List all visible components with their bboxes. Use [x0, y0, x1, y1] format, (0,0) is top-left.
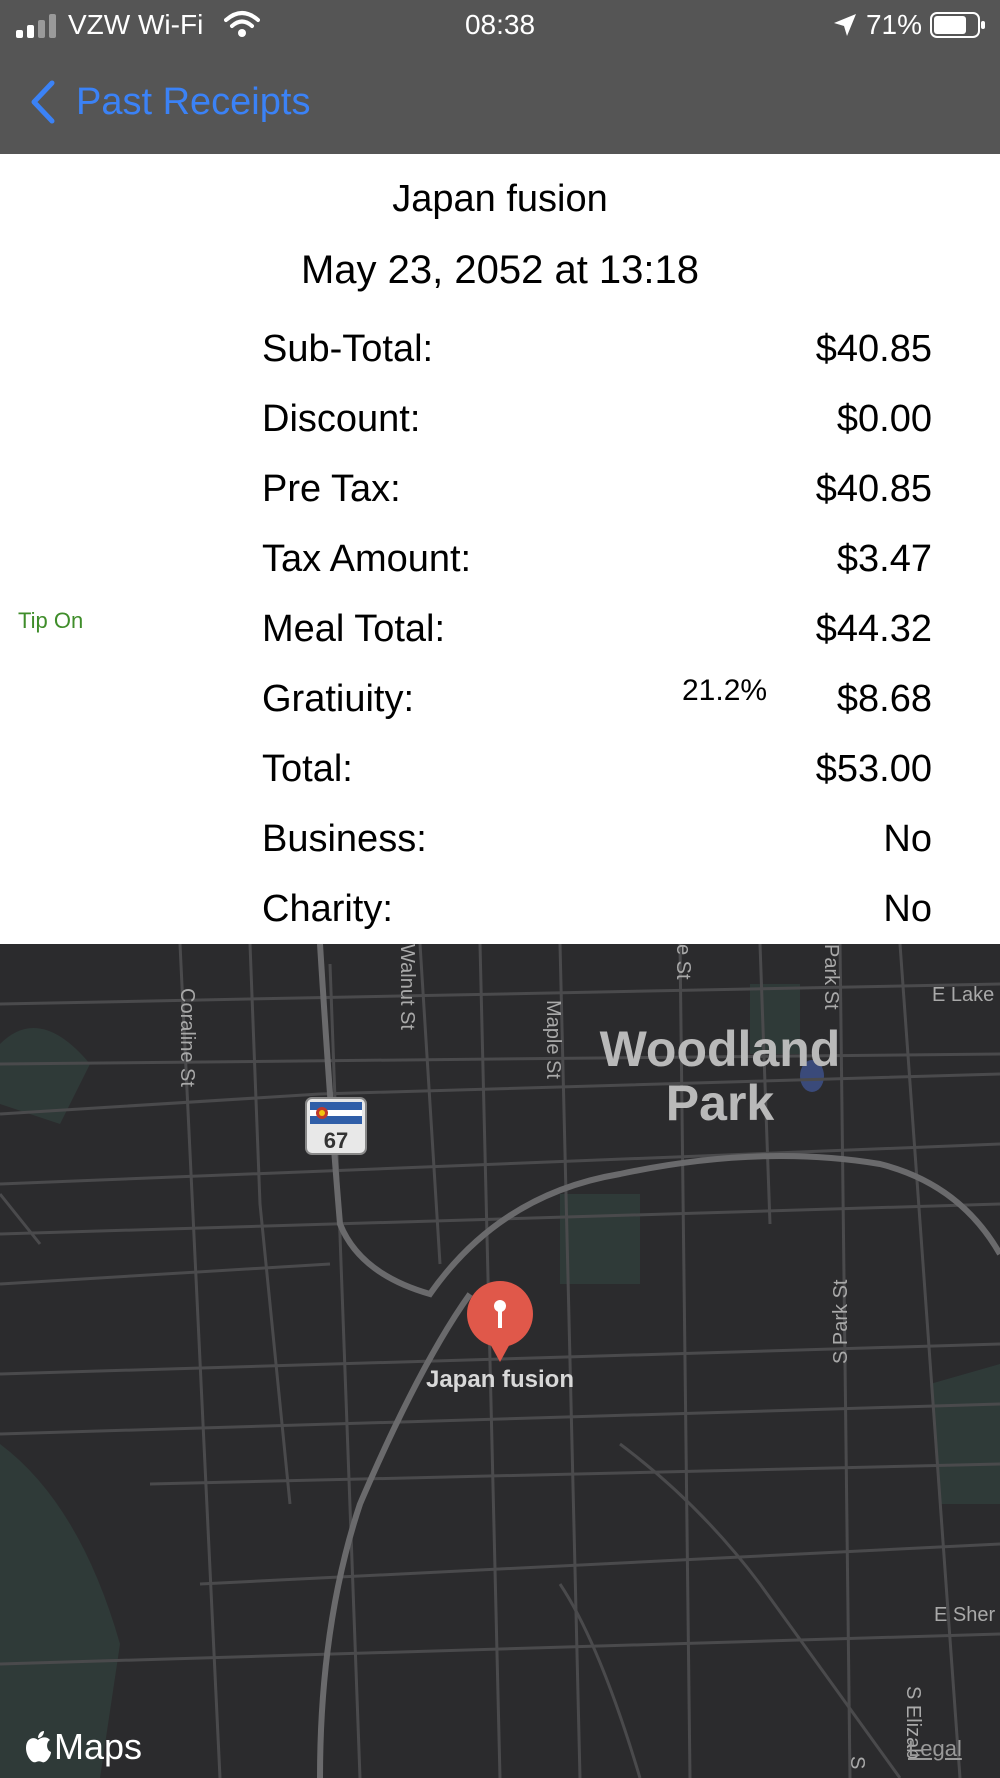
row-value: No	[883, 888, 932, 930]
row-label: Gratiuity:	[262, 678, 415, 720]
route-number: 67	[324, 1128, 348, 1153]
status-bar: VZW Wi-Fi 08:38 71%	[0, 0, 1000, 50]
pin-label: Japan fusion	[425, 1366, 575, 1393]
row-label: Discount:	[262, 398, 421, 440]
row-label: Pre Tax:	[262, 468, 401, 510]
row-label: Meal Total:	[262, 608, 446, 650]
street-label: S Park St	[830, 1279, 852, 1364]
receipt-details: Japan fusion May 23, 2052 at 13:18 Tip O…	[0, 154, 1000, 944]
navigation-bar: VZW Wi-Fi 08:38 71% Past Receipts	[0, 0, 1000, 154]
meal-total-row: Meal Total: $44.32	[262, 598, 932, 658]
discount-row: Discount: $0.00	[262, 388, 932, 448]
row-value: $3.47	[836, 538, 932, 580]
street-label: Walnut St	[396, 944, 418, 1030]
apple-maps-logo: Maps	[24, 1726, 142, 1768]
battery-percentage: 71%	[865, 9, 922, 40]
gratuity-row: Gratiuity: 21.2% $8.68	[262, 668, 932, 728]
street-label: Park St	[820, 944, 842, 1010]
restaurant-name: Japan fusion	[392, 178, 608, 220]
area-label-line: Woodland	[599, 1021, 841, 1077]
chevron-left-icon	[31, 80, 55, 124]
back-button-label: Past Receipts	[76, 80, 311, 123]
row-value: $40.85	[815, 468, 932, 510]
row-value: No	[883, 818, 932, 860]
street-label: S	[846, 1756, 868, 1770]
street-label: Maple St	[542, 1000, 564, 1079]
street-label: E Sher	[934, 1604, 996, 1626]
charity-row: Charity: No	[262, 878, 932, 938]
subtotal-row: Sub-Total: $40.85	[262, 318, 932, 378]
row-label: Tax Amount:	[262, 538, 472, 580]
battery-icon	[930, 12, 985, 38]
street-label: e St	[672, 944, 694, 980]
receipt-datetime: May 23, 2052 at 13:18	[300, 248, 700, 292]
tip-indicator: Tip On	[18, 608, 84, 633]
row-value: $44.32	[815, 608, 932, 650]
map-pin-icon[interactable]	[464, 1280, 536, 1364]
row-value: $8.68	[836, 678, 932, 720]
apple-logo-icon	[26, 1731, 51, 1763]
gratuity-percent: 21.2%	[682, 674, 768, 707]
pre-tax-row: Pre Tax: $40.85	[262, 458, 932, 518]
route-shield-icon: 67	[305, 1097, 367, 1155]
legal-link[interactable]: Legal	[908, 1736, 962, 1762]
maps-brand-label: Maps	[54, 1726, 143, 1767]
tax-amount-row: Tax Amount: $3.47	[262, 528, 932, 588]
row-value: $0.00	[836, 398, 932, 440]
street-label: E Lake	[932, 984, 995, 1006]
row-label: Total:	[262, 748, 353, 790]
row-label: Sub-Total:	[262, 328, 434, 370]
row-label: Business:	[262, 818, 427, 860]
location-map[interactable]: Coraline St Walnut St Maple St e St Park…	[0, 944, 1000, 1778]
street-label: Coraline St	[176, 988, 198, 1087]
area-label-line: Park	[665, 1075, 775, 1131]
back-button[interactable]: Past Receipts	[28, 78, 310, 126]
row-value: $53.00	[815, 748, 932, 790]
business-row: Business: No	[262, 808, 932, 868]
row-label: Charity:	[262, 888, 393, 930]
area-label: Woodland Park	[570, 1022, 870, 1130]
total-row: Total: $53.00	[262, 738, 932, 798]
location-arrow-icon	[834, 14, 856, 36]
row-value: $40.85	[815, 328, 932, 370]
